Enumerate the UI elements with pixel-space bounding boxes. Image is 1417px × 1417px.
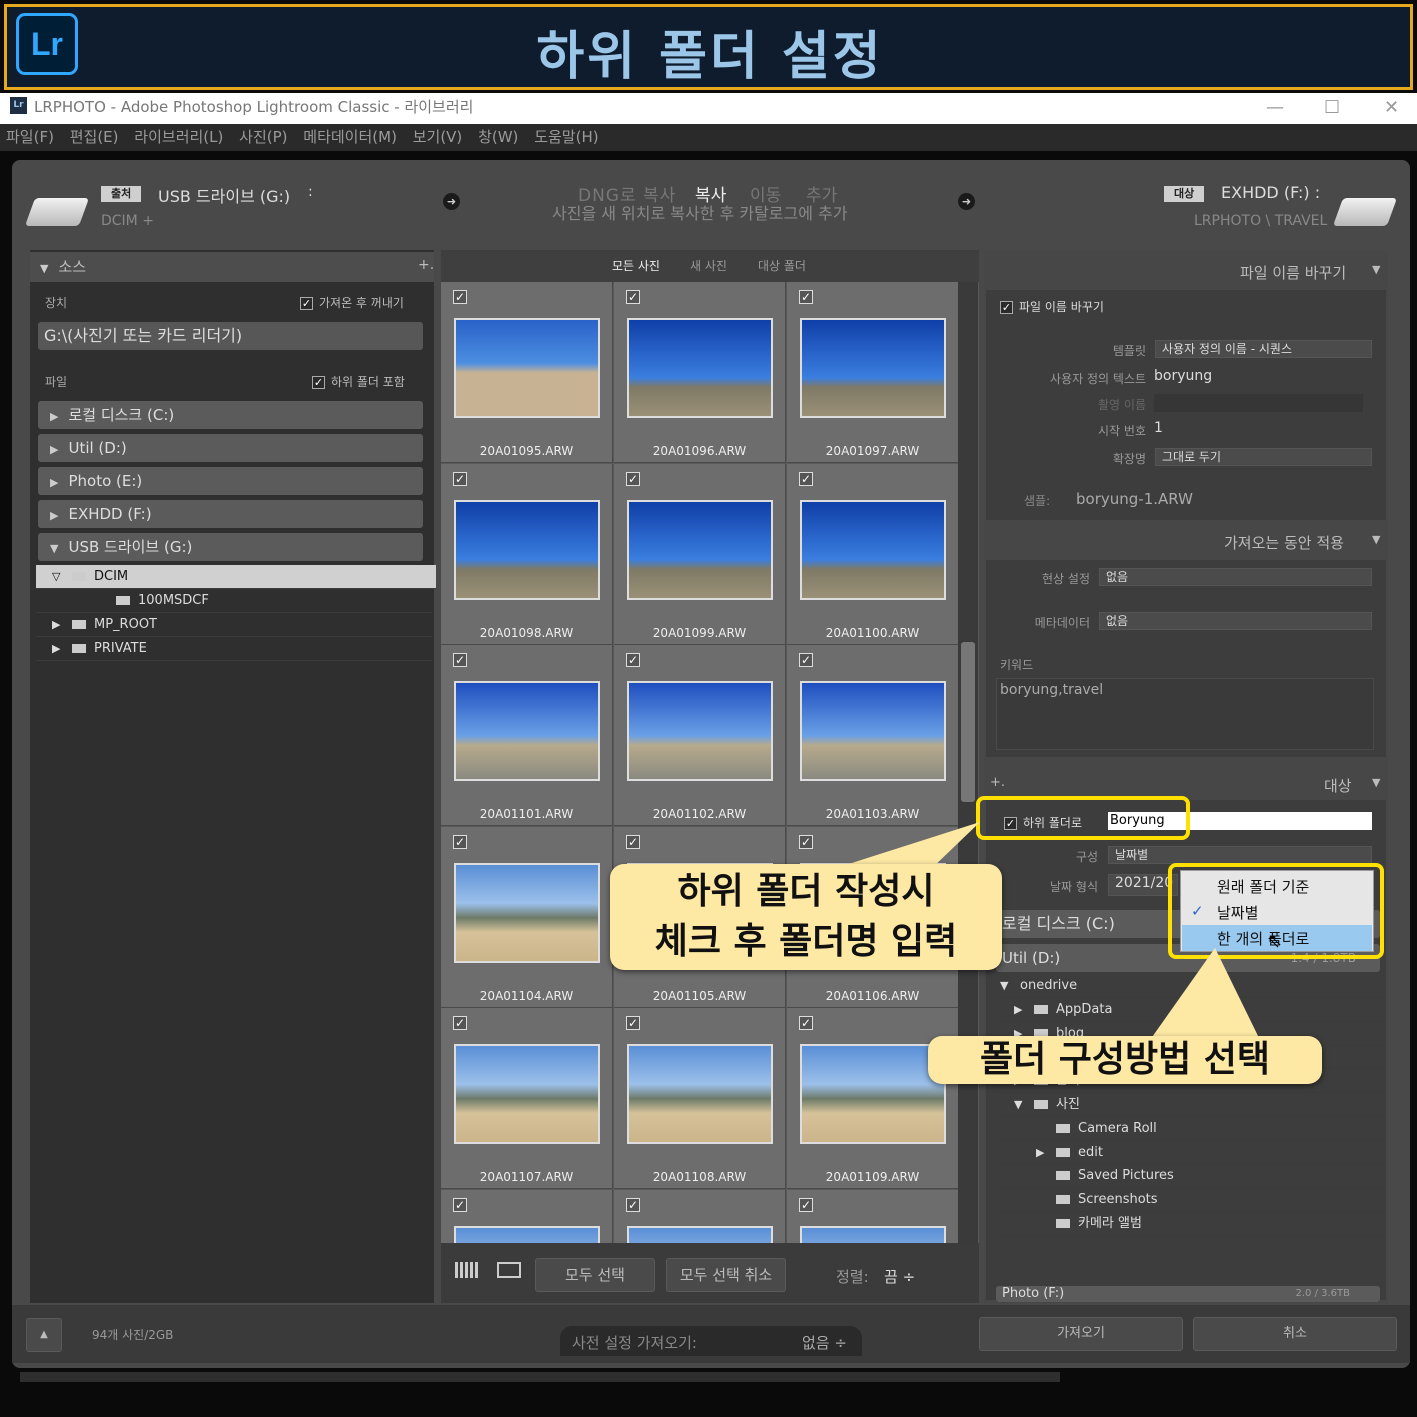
cancel-button[interactable]: 취소 bbox=[1193, 1317, 1397, 1351]
preset-select[interactable]: 없음 ÷ bbox=[802, 1332, 847, 1353]
organize-callout: 폴더 구성방법 선택 bbox=[928, 1036, 1322, 1084]
window-scrollbar[interactable] bbox=[20, 1372, 1060, 1382]
preset-bar[interactable]: 사전 설정 가져오기: 없음 ÷ bbox=[560, 1326, 862, 1356]
preset-label: 사전 설정 가져오기: bbox=[572, 1334, 697, 1352]
import-button[interactable]: 가져오기 bbox=[979, 1317, 1183, 1351]
photo-count: 94개 사진/2GB bbox=[92, 1328, 174, 1342]
subfolder-callout: 하위 폴더 작성시 체크 후 폴더명 입력 bbox=[610, 864, 1002, 970]
callout-pointers bbox=[830, 822, 1260, 1040]
collapse-toggle-icon[interactable]: ▲ bbox=[26, 1318, 62, 1352]
